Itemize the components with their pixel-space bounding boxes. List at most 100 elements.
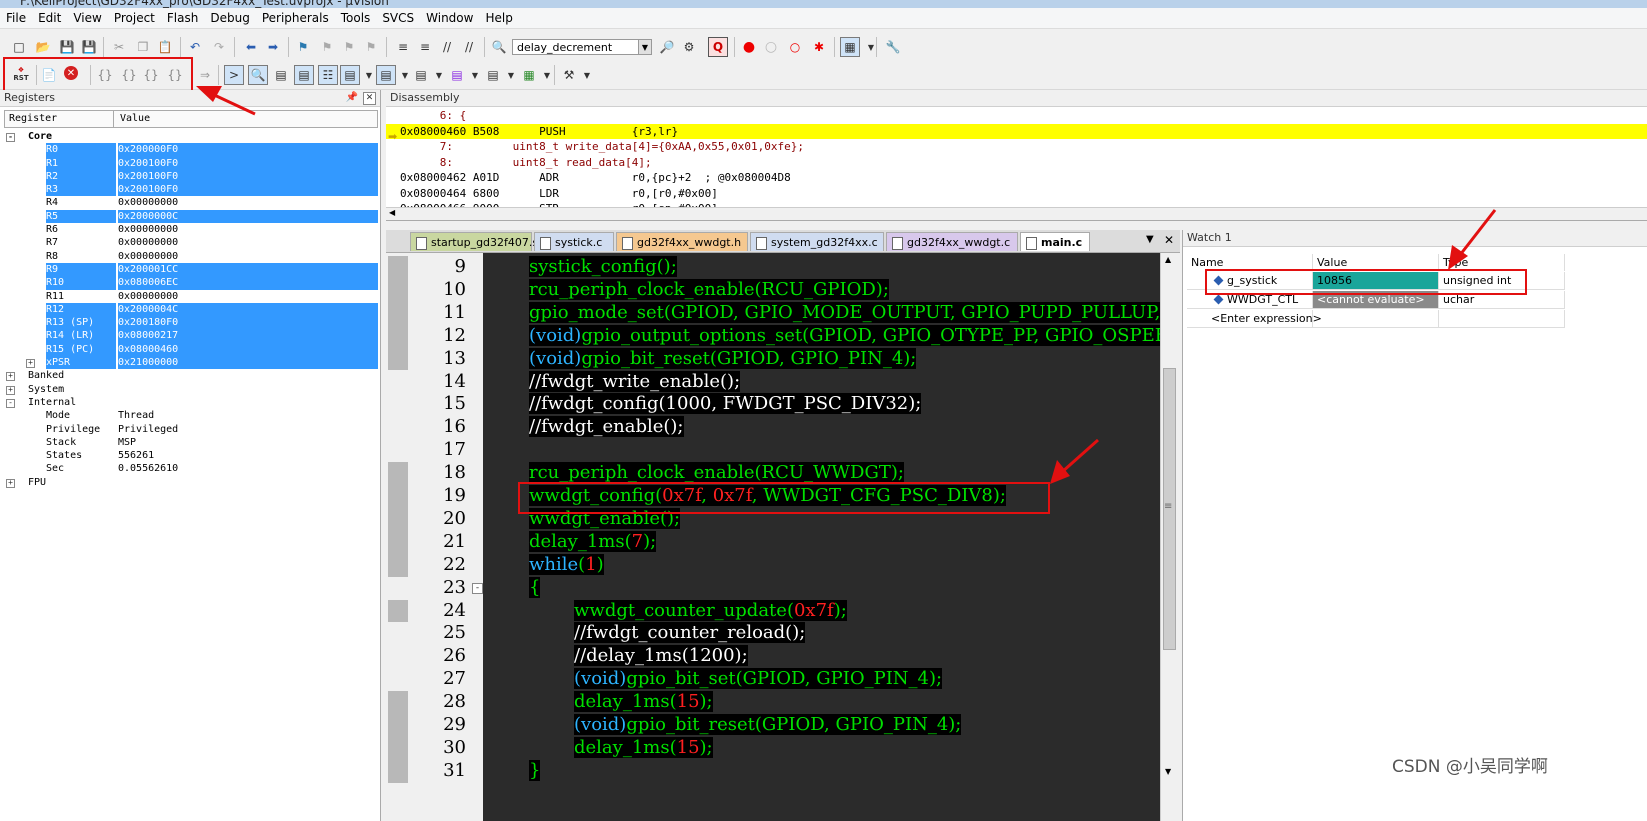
register-value[interactable]: Privileged xyxy=(118,423,378,436)
register-value[interactable]: 0x200100F0 xyxy=(118,156,378,170)
save-all-icon[interactable]: 💾 xyxy=(80,38,98,56)
fold-toggle-icon[interactable]: - xyxy=(472,582,483,594)
menu-peripherals[interactable]: Peripherals xyxy=(256,8,335,25)
analysis-window-icon[interactable]: ▤ xyxy=(448,66,466,84)
register-row[interactable]: - Core xyxy=(6,130,378,143)
register-value[interactable]: 0.05562610 xyxy=(118,462,378,475)
tab-main-c[interactable]: main.c xyxy=(1020,232,1090,251)
register-value[interactable]: 0x00000000 xyxy=(118,236,378,249)
scroll-left-icon[interactable]: ◀ xyxy=(389,208,395,217)
expand-icon[interactable]: + xyxy=(6,372,15,382)
chevron-down-icon[interactable]: ▼ xyxy=(578,66,596,84)
bookmark-prev-icon[interactable]: ⚑ xyxy=(318,38,336,56)
scroll-down-icon[interactable]: ▼ xyxy=(1165,767,1171,776)
register-row[interactable]: R8 0x00000000 xyxy=(6,250,378,263)
chevron-down-icon[interactable]: ▼ xyxy=(862,38,880,56)
indent-icon[interactable]: ≡ xyxy=(394,38,412,56)
collapse-icon[interactable]: - xyxy=(6,133,15,142)
register-row[interactable]: R10 0x080006EC xyxy=(6,276,378,290)
code-line[interactable]: //fwdgt_counter_reload(); xyxy=(574,622,806,644)
nav-forward-icon[interactable]: ➡ xyxy=(264,38,282,56)
cut-icon[interactable]: ✂ xyxy=(110,38,128,56)
debug-session-icon[interactable]: Q xyxy=(708,37,728,57)
menu-debug[interactable]: Debug xyxy=(204,8,255,25)
reset-icon[interactable]: ❖ RST xyxy=(10,65,32,83)
watch-row[interactable]: g_systick 10856 unsigned int xyxy=(1183,272,1647,290)
disassembly-line[interactable]: 0x08000464 6800 LDR r0,[r0,#0x00] xyxy=(386,186,1647,202)
disassembly-line[interactable]: 8: uint8_t read_data[4]; xyxy=(386,155,1647,171)
register-value[interactable]: 0x200000F0 xyxy=(118,143,378,157)
register-row[interactable]: R14 (LR) 0x08000217 xyxy=(6,329,378,343)
expand-icon[interactable]: + xyxy=(6,478,15,488)
code-line[interactable]: (void)gpio_bit_reset(GPIOD, GPIO_PIN_4); xyxy=(574,714,962,735)
menu-file[interactable]: File xyxy=(0,8,32,25)
code-line[interactable]: //fwdgt_write_enable(); xyxy=(529,370,741,392)
watch-name-cell[interactable]: <Enter expression> xyxy=(1187,310,1322,328)
unindent-icon[interactable]: ≡ xyxy=(416,38,434,56)
register-row[interactable]: Sec 0.05562610 xyxy=(6,462,378,475)
register-row[interactable]: - Internal xyxy=(6,396,378,409)
undo-icon[interactable]: ↶ xyxy=(186,38,204,56)
register-row[interactable]: Privilege Privileged xyxy=(6,423,378,436)
bookmark-next-icon[interactable]: ⚑ xyxy=(340,38,358,56)
code-line[interactable]: wwdgt_config(0x7f, 0x7f, WWDGT_CFG_PSC_D… xyxy=(529,485,1006,506)
save-icon[interactable]: 💾 xyxy=(58,38,76,56)
register-value[interactable]: 0x21000000 xyxy=(118,356,378,370)
tab-systick-c[interactable]: systick.c xyxy=(534,232,614,251)
register-value[interactable]: 0x200180F0 xyxy=(118,316,378,330)
code-line[interactable]: //delay_1ms(1200); xyxy=(574,645,748,667)
expand-icon[interactable]: + xyxy=(26,359,35,369)
register-value[interactable]: 0x08000460 xyxy=(118,342,378,357)
code-line[interactable]: wwdgt_enable(); xyxy=(529,507,681,529)
breakpoint-disable-all-icon[interactable]: ○ xyxy=(786,38,804,56)
register-row[interactable]: R2 0x200100F0 xyxy=(6,169,378,184)
register-row[interactable]: R5 0x2000000C xyxy=(6,209,378,224)
memory-window-icon[interactable]: ▤ xyxy=(376,65,396,85)
watch-row[interactable]: WWDGT_CTL <cannot evaluate> uchar xyxy=(1183,291,1647,309)
editor-vscrollbar[interactable]: ▲ ≡ ▼ xyxy=(1160,253,1177,821)
configure-icon[interactable]: ⚙ xyxy=(680,38,698,56)
code-line[interactable]: (void)gpio_bit_reset(GPIOD, GPIO_PIN_4); xyxy=(529,347,917,369)
system-viewer-icon[interactable]: ▦ xyxy=(520,66,538,84)
nav-back-icon[interactable]: ⬅ xyxy=(242,38,260,56)
uncomment-icon[interactable]: // xyxy=(460,38,478,56)
find-icon[interactable]: 🔎 xyxy=(658,38,676,56)
menu-project[interactable]: Project xyxy=(108,8,161,25)
watch-value[interactable] xyxy=(1313,310,1439,328)
col-register[interactable]: Register xyxy=(9,111,57,127)
new-file-icon[interactable]: □ xyxy=(10,38,28,56)
register-row[interactable]: + FPU xyxy=(6,476,378,489)
register-value[interactable]: 0x08000217 xyxy=(118,329,378,343)
show-next-statement-icon[interactable]: ⇒ xyxy=(196,66,214,84)
pin-icon[interactable]: 📌 xyxy=(346,90,358,106)
disassembly-line[interactable]: 0x08000460 B508 PUSH {r3,lr} xyxy=(386,123,1647,139)
register-row[interactable]: R4 0x00000000 xyxy=(6,196,378,209)
disassembly-hscrollbar[interactable]: ◀ xyxy=(386,207,1647,220)
command-window-icon[interactable]: > xyxy=(224,65,244,85)
serial-window-icon[interactable]: ▤ xyxy=(412,66,430,84)
code-line[interactable]: } xyxy=(529,759,541,781)
watch-name-cell[interactable]: g_systick xyxy=(1187,272,1313,290)
watch-name-cell[interactable]: WWDGT_CTL xyxy=(1187,291,1313,309)
register-value[interactable]: 0x2000004C xyxy=(118,302,378,317)
disassembly-line[interactable]: 0x08000462 A01D ADR r0,{pc}+2 ; @0x08000… xyxy=(386,170,1647,186)
register-row[interactable]: R7 0x00000000 xyxy=(6,236,378,249)
register-value[interactable]: 0x00000000 xyxy=(118,223,378,236)
paste-icon[interactable]: 📋 xyxy=(156,38,174,56)
chevron-down-icon[interactable]: ▼ xyxy=(638,40,651,54)
code-line[interactable]: delay_1ms(7); xyxy=(529,530,657,552)
editor-gutter[interactable]: 9 10 11 12 13 14 15 16 17 18 19 20 21 22 23-24 25 26 27 28… xyxy=(386,253,483,821)
find-in-files-icon[interactable]: 🔍 xyxy=(490,38,508,56)
run-icon[interactable]: 📄 xyxy=(40,66,58,84)
code-line[interactable]: gpio_mode_set(GPIOD, GPIO_MODE_OUTPUT, G… xyxy=(529,301,1160,323)
code-line[interactable]: (void)gpio_bit_set(GPIOD, GPIO_PIN_4); xyxy=(574,668,943,690)
register-row[interactable]: R15 (PC) 0x08000460 xyxy=(6,342,378,357)
register-value[interactable]: 556261 xyxy=(118,449,378,462)
code-line[interactable]: rcu_periph_clock_enable(RCU_GPIOD); xyxy=(529,278,889,300)
menu-flash[interactable]: Flash xyxy=(161,8,204,25)
step-into-icon[interactable]: {} xyxy=(96,66,114,84)
disassembly-line[interactable]: 7: uint8_t write_data[4]={0xAA,0x55,0x01… xyxy=(386,139,1647,155)
register-row[interactable]: R11 0x00000000 xyxy=(6,290,378,303)
code-line[interactable]: //fwdgt_enable(); xyxy=(529,416,684,438)
breakpoint-insert-icon[interactable]: ● xyxy=(740,38,758,56)
